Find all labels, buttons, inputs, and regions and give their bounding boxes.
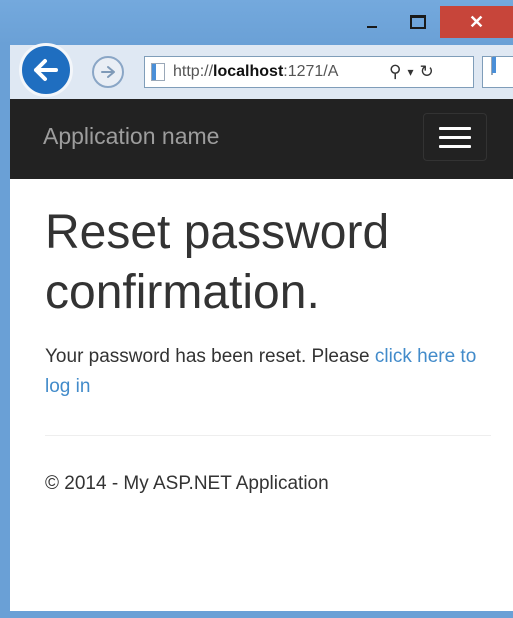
main-content: Reset password confirmation. Your passwo… bbox=[45, 203, 491, 402]
maximize-icon bbox=[410, 15, 426, 29]
browser-tab[interactable] bbox=[482, 56, 513, 88]
page-title: Reset password confirmation. bbox=[45, 206, 390, 319]
hamburger-icon-bar bbox=[439, 144, 471, 148]
url-text[interactable]: http://localhost:1271/A bbox=[173, 63, 385, 81]
minimize-button[interactable] bbox=[352, 6, 392, 38]
refresh-icon[interactable]: ↻ bbox=[419, 62, 433, 82]
hamburger-icon-bar bbox=[439, 126, 471, 130]
search-icon[interactable]: ⚲ bbox=[389, 62, 401, 82]
forward-arrow-icon bbox=[101, 66, 115, 78]
page-viewport: Application name Reset password confirma… bbox=[10, 99, 513, 611]
divider bbox=[45, 435, 491, 436]
navbar: Application name bbox=[10, 99, 513, 179]
chevron-down-icon[interactable]: ▾ bbox=[407, 65, 413, 79]
navbar-toggle-button[interactable] bbox=[423, 113, 487, 161]
forward-button[interactable] bbox=[92, 56, 124, 88]
minimize-icon bbox=[367, 26, 377, 28]
maximize-button[interactable] bbox=[398, 6, 438, 38]
back-button[interactable] bbox=[19, 43, 73, 97]
back-arrow-icon bbox=[34, 59, 58, 81]
address-bar[interactable]: http://localhost:1271/A ⚲ ▾ ↻ bbox=[144, 56, 474, 88]
hamburger-icon-bar bbox=[439, 135, 471, 139]
tab-page-icon bbox=[491, 56, 493, 75]
confirmation-message: Your password has been reset. Please cli… bbox=[45, 342, 491, 402]
navbar-brand[interactable]: Application name bbox=[43, 123, 219, 150]
close-button[interactable]: ✕ bbox=[440, 6, 513, 38]
footer-text: © 2014 - My ASP.NET Application bbox=[45, 473, 329, 494]
window-bottom-border bbox=[0, 611, 513, 618]
close-icon: ✕ bbox=[468, 11, 485, 32]
page-icon bbox=[151, 63, 165, 81]
confirmation-text: Your password has been reset. Please bbox=[45, 346, 375, 367]
